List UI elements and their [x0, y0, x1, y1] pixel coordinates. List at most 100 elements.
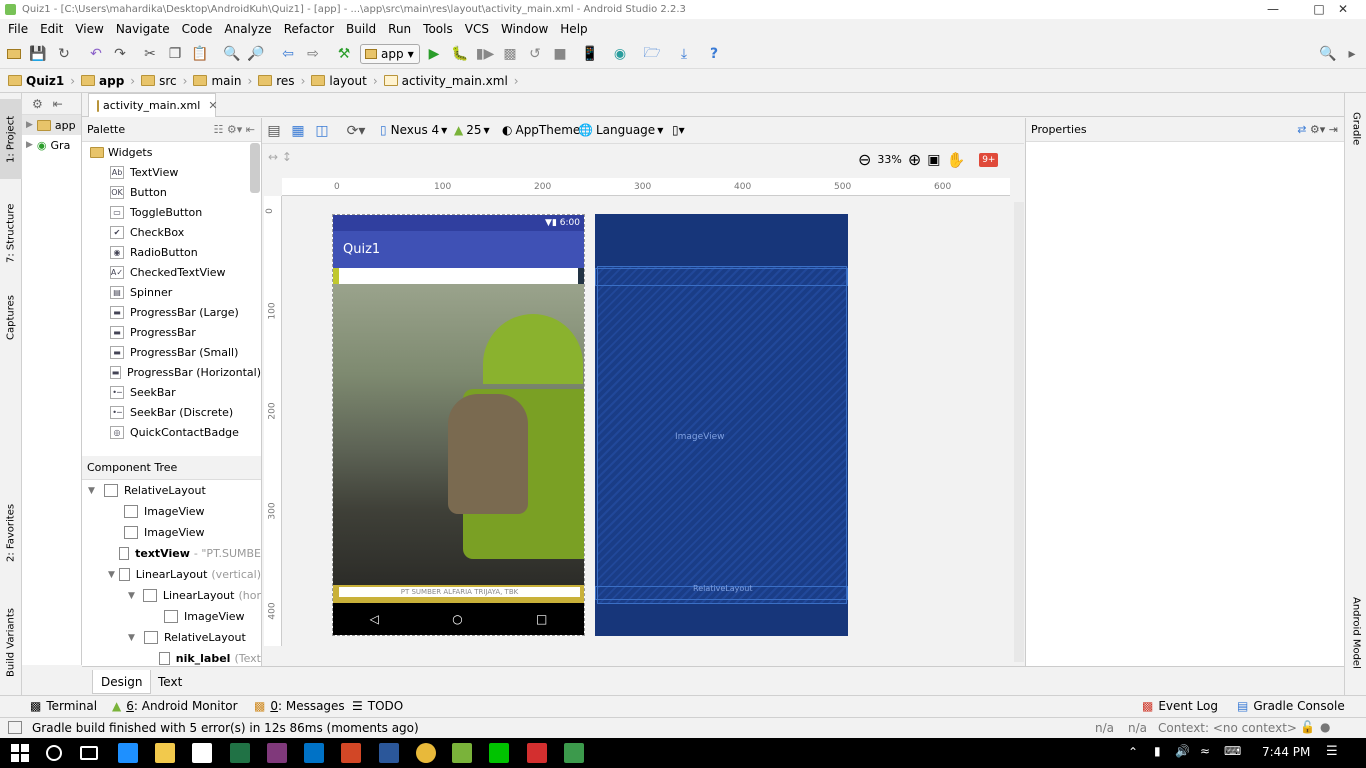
breadcrumb-item[interactable]: app — [81, 74, 124, 88]
tab-android-model[interactable]: Android Model — [1345, 583, 1366, 683]
tab-project[interactable]: 1: Project — [0, 99, 22, 179]
word-icon[interactable] — [379, 743, 399, 763]
file-explorer-icon[interactable] — [155, 743, 175, 763]
avd-manager-icon[interactable]: 📱 — [580, 44, 600, 64]
notifications-icon[interactable]: ☰ — [1326, 744, 1338, 759]
phone-preview[interactable]: ▼▮ 6:00 Quiz1 PT SUMBER ALFARIA TRIJAYA,… — [332, 214, 585, 636]
tab-gradle[interactable]: Gradle — [1345, 99, 1366, 159]
powerpoint-icon[interactable] — [341, 743, 361, 763]
tab-structure[interactable]: 7: Structure — [0, 193, 22, 273]
onenote-icon[interactable] — [267, 743, 287, 763]
search-everywhere-icon[interactable]: 🔍 — [1318, 44, 1338, 64]
help-icon[interactable]: ? — [704, 44, 724, 64]
menu-refactor[interactable]: Refactor — [278, 22, 340, 36]
cortana-icon[interactable] — [46, 745, 62, 761]
scroll-right-icon[interactable]: ▸ — [1342, 44, 1362, 64]
task-view-icon[interactable] — [80, 746, 98, 760]
paste-icon[interactable]: 📋 — [190, 44, 210, 64]
run-config-select[interactable]: app ▼ — [360, 44, 420, 64]
tool-messages[interactable]: ▩ 0: Messages — [254, 699, 345, 713]
tree-item-gradle[interactable]: ▶ ◉ Gra — [22, 135, 81, 155]
palette-scrollbar[interactable] — [250, 143, 260, 193]
outlook-icon[interactable] — [304, 743, 324, 763]
palette-item[interactable]: ▭ ToggleButton — [82, 202, 261, 222]
tab-text[interactable]: Text — [150, 670, 190, 694]
close-window-button[interactable]: ✕ — [1320, 0, 1366, 19]
menu-file[interactable]: File — [2, 22, 34, 36]
collapse-icon[interactable]: ⇤ — [53, 97, 63, 111]
menu-analyze[interactable]: Analyze — [218, 22, 277, 36]
expand-icon[interactable]: ↔ ↕ — [268, 150, 292, 164]
edge-icon[interactable] — [118, 743, 138, 763]
battery-icon[interactable]: ▮ — [1154, 744, 1161, 758]
save-icon[interactable]: 💾 — [28, 44, 48, 64]
back-icon[interactable]: ⇦ — [278, 44, 298, 64]
forward-icon[interactable]: ⇨ — [303, 44, 323, 64]
undo-icon[interactable]: ↶ — [86, 44, 106, 64]
blueprint-view-icon[interactable]: ▦ — [288, 121, 308, 141]
build-hammer-icon[interactable]: ⚒ — [334, 44, 354, 64]
breadcrumb-item[interactable]: layout — [311, 74, 367, 88]
apply-changes-icon[interactable]: ↺ — [525, 44, 545, 64]
lock-icon[interactable]: 🔓 — [1300, 720, 1315, 734]
pan-hand-icon[interactable]: ✋ — [947, 151, 966, 169]
tree-node[interactable]: ▼ LinearLayout (hor — [82, 585, 261, 606]
warnings-badge[interactable]: 9+ — [979, 152, 999, 167]
volume-icon[interactable]: 🔊 — [1175, 744, 1190, 758]
project-structure-icon[interactable]: 🗁 — [642, 44, 662, 64]
breadcrumb-item[interactable]: main — [193, 74, 241, 88]
line-icon[interactable] — [489, 743, 509, 763]
api-select[interactable]: ▲ 25 ▼ — [454, 123, 490, 137]
menu-build[interactable]: Build — [340, 22, 382, 36]
palette-item[interactable]: •─ SeekBar (Discrete) — [82, 402, 261, 422]
tool-todo[interactable]: ☰ TODO — [352, 699, 403, 713]
orientation-icon[interactable]: ⟳▾ — [346, 121, 366, 141]
redo-icon[interactable]: ↷ — [110, 44, 130, 64]
breadcrumb-item[interactable]: res — [258, 74, 295, 88]
palette-item[interactable]: ✔ CheckBox — [82, 222, 261, 242]
close-icon[interactable]: ✕ — [208, 99, 217, 112]
palette-item[interactable]: ▤ Spinner — [82, 282, 261, 302]
store-icon[interactable] — [192, 743, 212, 763]
tree-node[interactable]: ▼ RelativeLayout — [82, 480, 261, 501]
menu-tools[interactable]: Tools — [417, 22, 459, 36]
menu-navigate[interactable]: Navigate — [110, 22, 176, 36]
menu-vcs[interactable]: VCS — [459, 22, 495, 36]
sdk-manager-icon[interactable]: ⤓ — [674, 44, 694, 64]
tool-terminal[interactable]: ▩ Terminal — [30, 699, 97, 713]
stop-icon[interactable]: ■ — [550, 44, 570, 64]
palette-group-widgets[interactable]: Widgets — [82, 142, 261, 162]
device-select[interactable]: ▯ Nexus 4 ▼ — [380, 123, 447, 137]
keyboard-icon[interactable]: ⌨ — [1224, 744, 1241, 758]
cut-icon[interactable]: ✂ — [140, 44, 160, 64]
tree-node[interactable]: ImageView — [82, 606, 261, 627]
palette-item[interactable]: Ab TextView — [82, 162, 261, 182]
expand-arrow-icon[interactable]: ▼ — [128, 633, 144, 643]
tab-activity-main[interactable]: activity_main.xml ✕ — [88, 93, 218, 117]
profile-icon[interactable]: ▮▶ — [475, 44, 495, 64]
theme-select[interactable]: ◐ AppTheme — [502, 123, 580, 137]
windows-start-icon[interactable] — [10, 743, 30, 763]
expand-arrow-icon[interactable]: ▼ — [128, 591, 143, 601]
fit-screen-icon[interactable]: ▣ — [927, 152, 940, 168]
wifi-icon[interactable]: ≈ — [1200, 744, 1210, 758]
sync-gradle-icon[interactable]: ◉ — [610, 44, 630, 64]
palette-item[interactable]: OK Button — [82, 182, 261, 202]
breadcrumb-item[interactable]: src — [141, 74, 177, 88]
canvas-scrollbar[interactable] — [1014, 202, 1024, 662]
tree-node[interactable]: ▼ RelativeLayout — [82, 627, 261, 648]
menu-view[interactable]: View — [69, 22, 109, 36]
run-icon[interactable]: ▶ — [424, 44, 444, 64]
layout-variants-select[interactable]: ▯▾ — [672, 123, 685, 137]
menu-help[interactable]: Help — [554, 22, 593, 36]
tab-captures[interactable]: Captures — [0, 283, 22, 353]
menu-edit[interactable]: Edit — [34, 22, 69, 36]
palette-item[interactable]: •─ SeekBar — [82, 382, 261, 402]
breadcrumb-item[interactable]: activity_main.xml — [383, 74, 508, 88]
clock[interactable]: 7:44 PM — [1262, 745, 1310, 759]
tool-gradle-console[interactable]: ▤ Gradle Console — [1237, 699, 1345, 713]
inspector-icon[interactable]: ● — [1320, 720, 1330, 734]
excel-icon[interactable] — [230, 743, 250, 763]
expand-arrow-icon[interactable]: ▼ — [88, 486, 104, 496]
palette-item[interactable]: ▬ ProgressBar — [82, 322, 261, 342]
